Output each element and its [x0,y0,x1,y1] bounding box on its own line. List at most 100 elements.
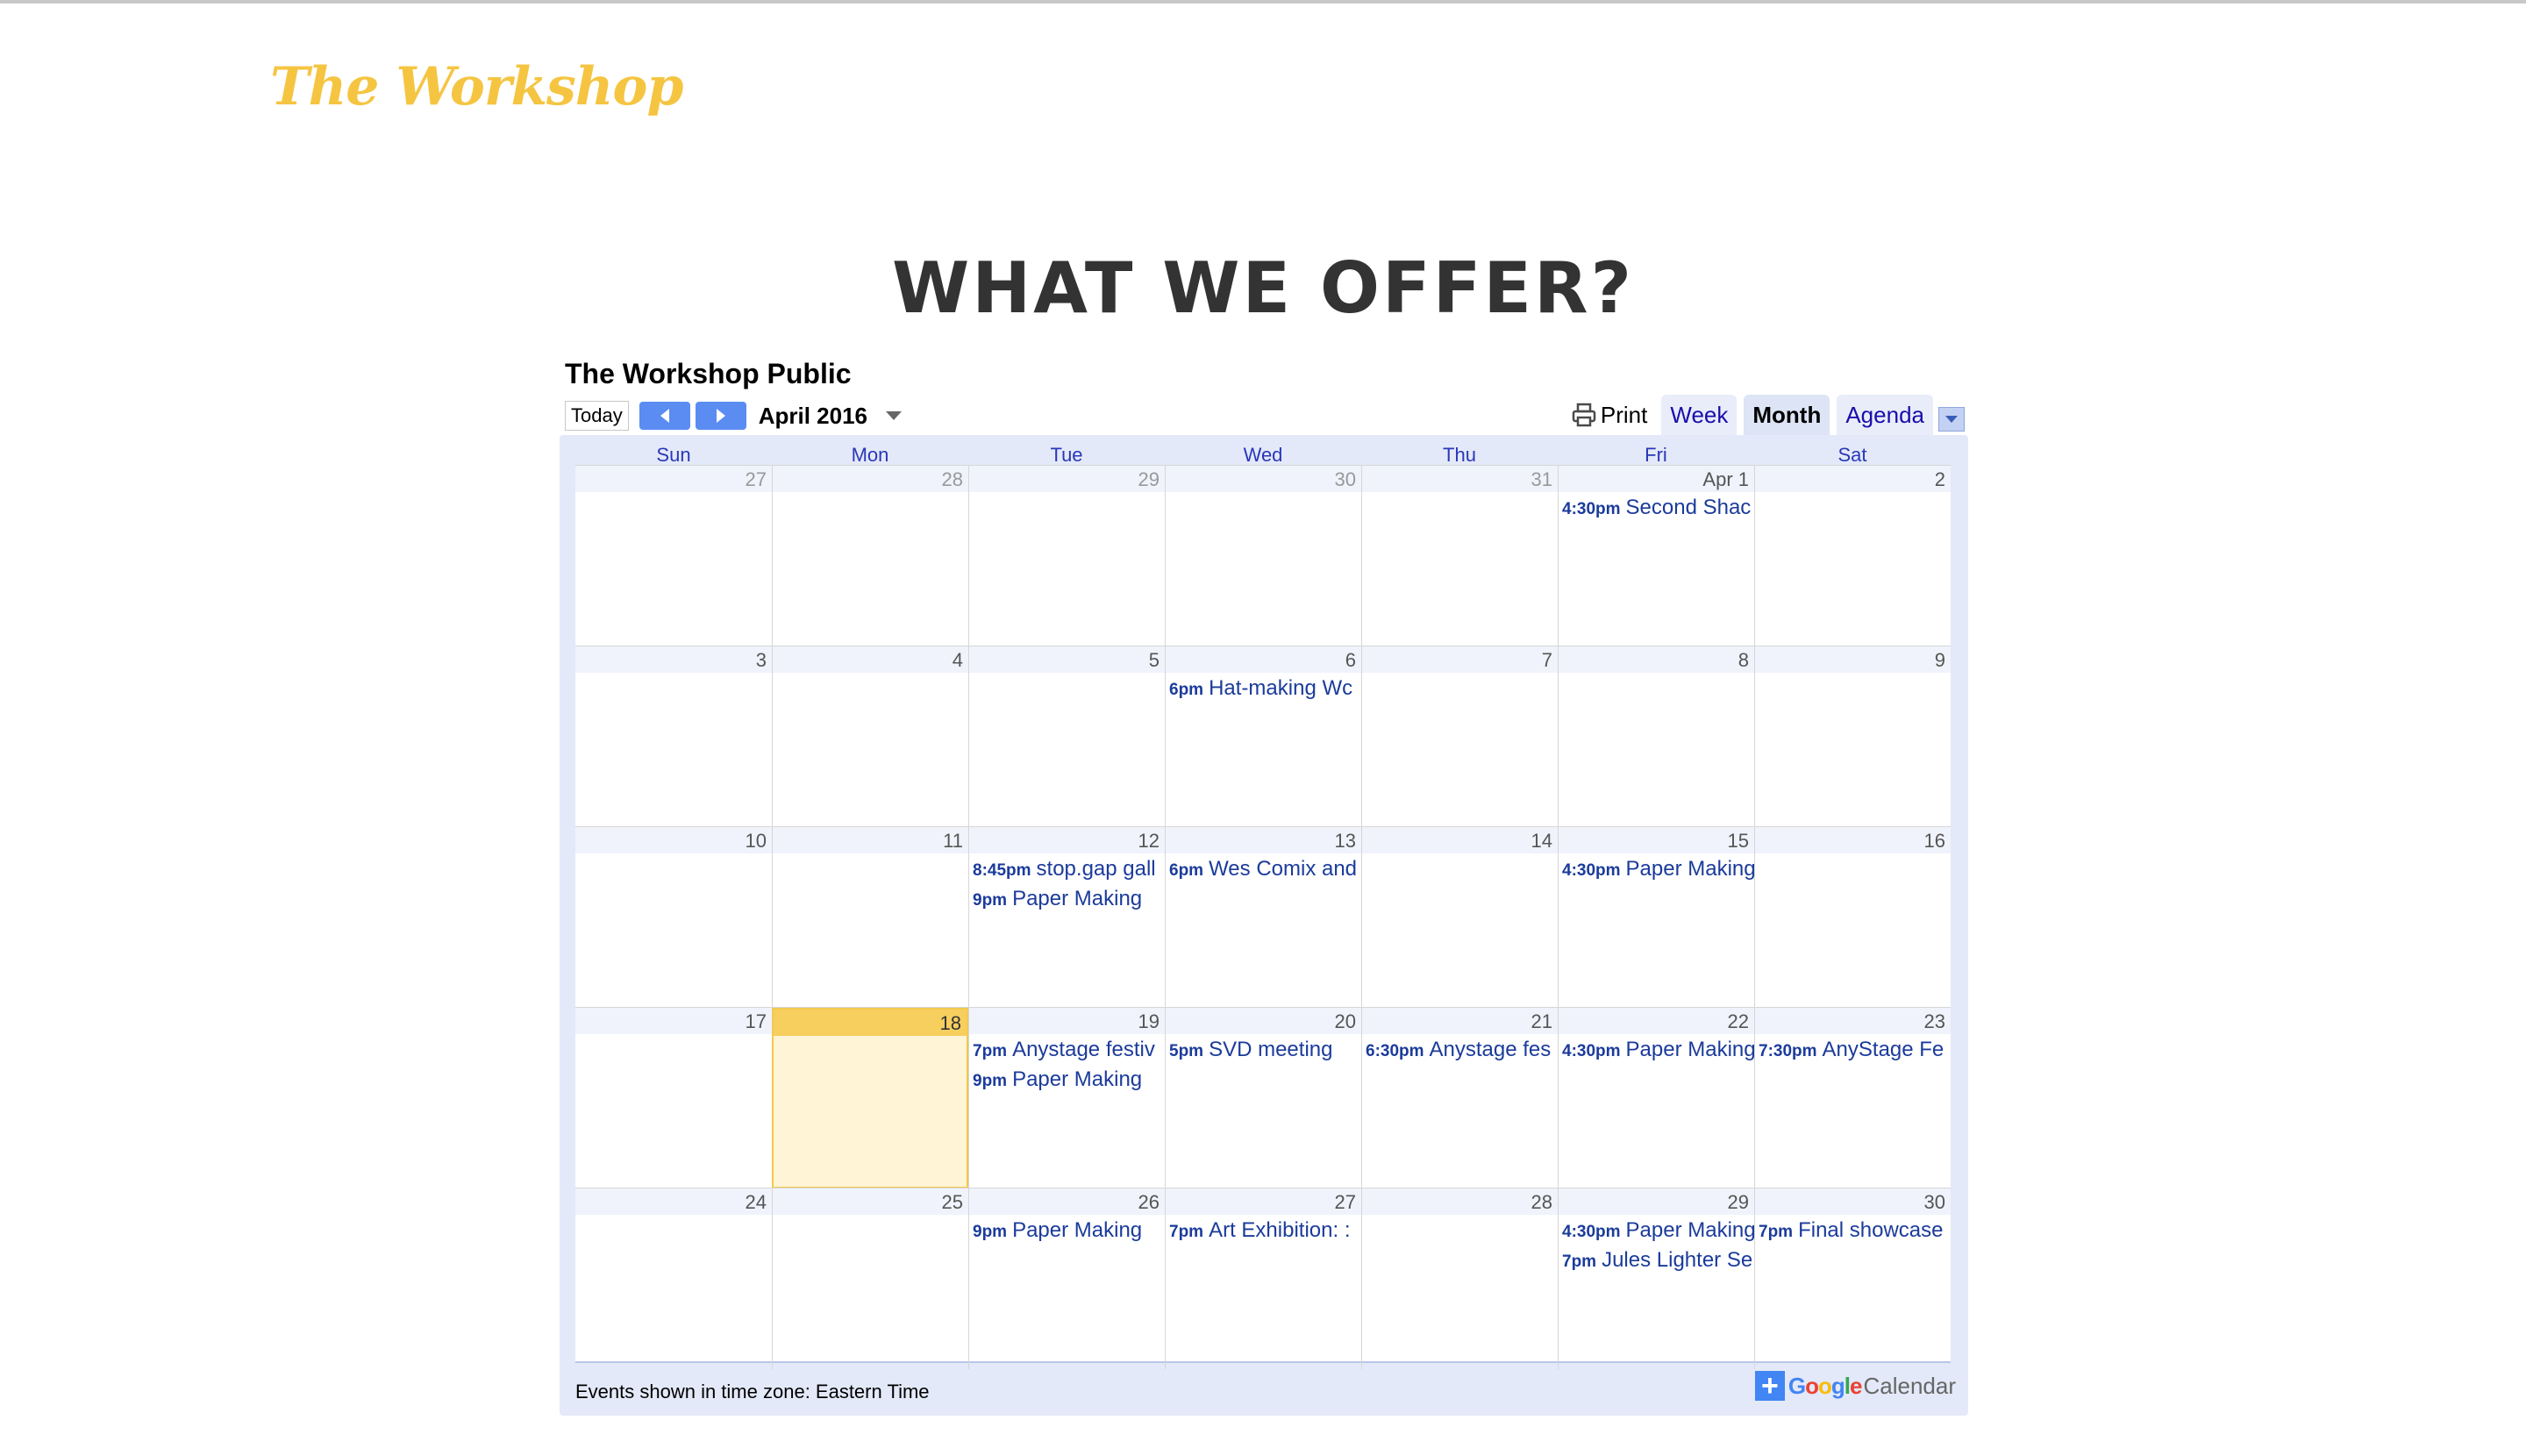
chevron-left-icon [660,409,669,423]
calendar-event[interactable]: 4:30pm Paper Making [1559,853,1754,883]
day-cell[interactable]: 15 4:30pm Paper Making [1558,827,1754,1008]
tab-month[interactable]: Month [1744,395,1830,435]
day-cell[interactable]: 30 [1165,466,1361,646]
calendar-event[interactable]: 6pm Wes Comix and [1166,853,1361,883]
day-cell[interactable]: 10 [575,827,772,1008]
day-cell[interactable]: Apr 1 4:30pm Second Shac [1558,466,1754,646]
day-number: 29 [1559,1188,1754,1215]
prev-month-button[interactable] [639,402,690,430]
calendar-event[interactable]: 6:30pm Anystage fes [1362,1034,1558,1064]
calendar-event[interactable]: 4:30pm Paper Making [1559,1215,1754,1245]
print-button[interactable]: Print [1571,395,1654,435]
event-title: Wes Comix and [1209,857,1358,881]
day-cell[interactable]: 11 [772,827,968,1008]
day-number: 9 [1755,646,1951,673]
day-cell[interactable]: 12 8:45pm stop.gap gall 9pm Paper Making [968,827,1165,1008]
day-cell[interactable]: 31 [1361,466,1558,646]
day-number: 11 [773,827,968,853]
event-time: 6pm [1169,861,1204,880]
event-time: 7pm [1562,1253,1597,1271]
day-cell[interactable]: 13 6pm Wes Comix and [1165,827,1361,1008]
day-number: 20 [1166,1008,1361,1034]
event-title: Final showcase [1798,1218,1944,1242]
day-cell[interactable]: 28 [1361,1188,1558,1369]
printer-icon [1572,403,1596,427]
day-cell[interactable]: 17 [575,1008,772,1188]
day-cell[interactable]: 7 [1361,646,1558,827]
event-title: SVD meeting [1209,1038,1333,1061]
day-cell[interactable]: 29 [968,466,1165,646]
day-cell[interactable]: 27 7pm Art Exhibition: : [1165,1188,1361,1369]
event-time: 4:30pm [1562,861,1621,880]
view-menu-button[interactable] [1938,407,1965,432]
day-number: 5 [969,646,1165,673]
calendar-word: Calendar [1863,1372,1956,1399]
month-menu-button[interactable] [885,410,903,421]
calendar-event[interactable]: 6pm Hat-making Wc [1166,673,1361,703]
calendar-event[interactable]: 4:30pm Paper Making [1559,1034,1754,1064]
calendar-event[interactable]: 7pm Jules Lighter Se [1559,1245,1754,1274]
day-cell[interactable]: 24 [575,1188,772,1369]
calendar-event[interactable]: 9pm Paper Making [969,1064,1165,1094]
event-time: 7pm [973,1042,1008,1060]
calendar-event[interactable]: 8:45pm stop.gap gall [969,853,1165,883]
day-number: 14 [1362,827,1558,853]
calendar-event[interactable]: 7pm Anystage festiv [969,1034,1165,1064]
event-time: 7pm [1759,1223,1794,1241]
calendar-event[interactable]: 5pm SVD meeting [1166,1034,1361,1064]
calendar-event[interactable]: 7:30pm AnyStage Fe [1755,1034,1951,1064]
tab-agenda[interactable]: Agenda [1837,395,1933,435]
next-month-button[interactable] [695,402,746,430]
day-cell[interactable]: 2 [1754,466,1951,646]
month-grid: 27 28 29 30 31 Apr 1 4:30pm Second Shac 2 3 4 5 6 6pm… [575,465,1951,1369]
week-row: 17 18 19 7pm Anystage festiv 9pm Paper Making 2… [575,1007,1951,1188]
day-number: 19 [969,1008,1165,1034]
day-cell[interactable]: 9 [1754,646,1951,827]
month-grid-frame: Sun Mon Tue Wed Thu Fri Sat 27 28 29 30 31 Ap… [560,435,1968,1416]
event-time: 9pm [973,1072,1008,1090]
day-cell[interactable]: 4 [772,646,968,827]
day-cell[interactable]: 30 7pm Final showcase [1754,1188,1951,1369]
day-number: 13 [1166,827,1361,853]
day-number: 7 [1362,646,1558,673]
day-cell[interactable]: 8 [1558,646,1754,827]
day-cell[interactable]: 27 [575,466,772,646]
day-cell[interactable]: 3 [575,646,772,827]
event-time: 6:30pm [1366,1042,1424,1060]
event-time: 9pm [973,1223,1008,1241]
day-cell[interactable]: 22 4:30pm Paper Making [1558,1008,1754,1188]
day-number: 21 [1362,1008,1558,1034]
event-time: 7pm [1169,1223,1204,1241]
week-row: 10 11 12 8:45pm stop.gap gall 9pm Paper Making… [575,826,1951,1008]
day-cell-today[interactable]: 18 [772,1008,968,1188]
current-month-label[interactable]: April 2016 [759,403,867,430]
view-switcher: Print Week Month Agenda [1571,395,1965,435]
week-row: 27 28 29 30 31 Apr 1 4:30pm Second Shac 2 [575,465,1951,646]
event-title: Paper Making [1625,857,1754,881]
calendar-event[interactable]: 9pm Paper Making [969,1215,1165,1245]
day-cell[interactable]: 25 [772,1188,968,1369]
day-number: 24 [575,1188,772,1215]
day-cell[interactable]: 26 9pm Paper Making [968,1188,1165,1369]
calendar-event[interactable]: 4:30pm Second Shac [1559,492,1754,522]
today-button[interactable]: Today [565,401,629,431]
print-label: Print [1600,401,1648,428]
day-cell[interactable]: 16 [1754,827,1951,1008]
day-cell[interactable]: 29 4:30pm Paper Making 7pm Jules Lighter Se [1558,1188,1754,1369]
calendar-event[interactable]: 7pm Art Exhibition: : [1166,1215,1361,1245]
day-cell[interactable]: 28 [772,466,968,646]
day-cell[interactable]: 21 6:30pm Anystage fes [1361,1008,1558,1188]
tab-week[interactable]: Week [1661,395,1738,435]
day-cell[interactable]: 14 [1361,827,1558,1008]
day-cell[interactable]: 19 7pm Anystage festiv 9pm Paper Making [968,1008,1165,1188]
day-cell[interactable]: 23 7:30pm AnyStage Fe [1754,1008,1951,1188]
calendar-event[interactable]: 7pm Final showcase [1755,1215,1951,1245]
day-cell[interactable]: 5 [968,646,1165,827]
google-calendar-badge[interactable]: + Google Calendar [1754,1370,1956,1402]
day-cell[interactable]: 20 5pm SVD meeting [1165,1008,1361,1188]
event-time: 6pm [1169,681,1204,699]
event-title: Anystage fes [1429,1038,1552,1061]
day-cell[interactable]: 6 6pm Hat-making Wc [1165,646,1361,827]
site-logo[interactable]: The Workshop [270,56,683,118]
calendar-event[interactable]: 9pm Paper Making [969,883,1165,913]
